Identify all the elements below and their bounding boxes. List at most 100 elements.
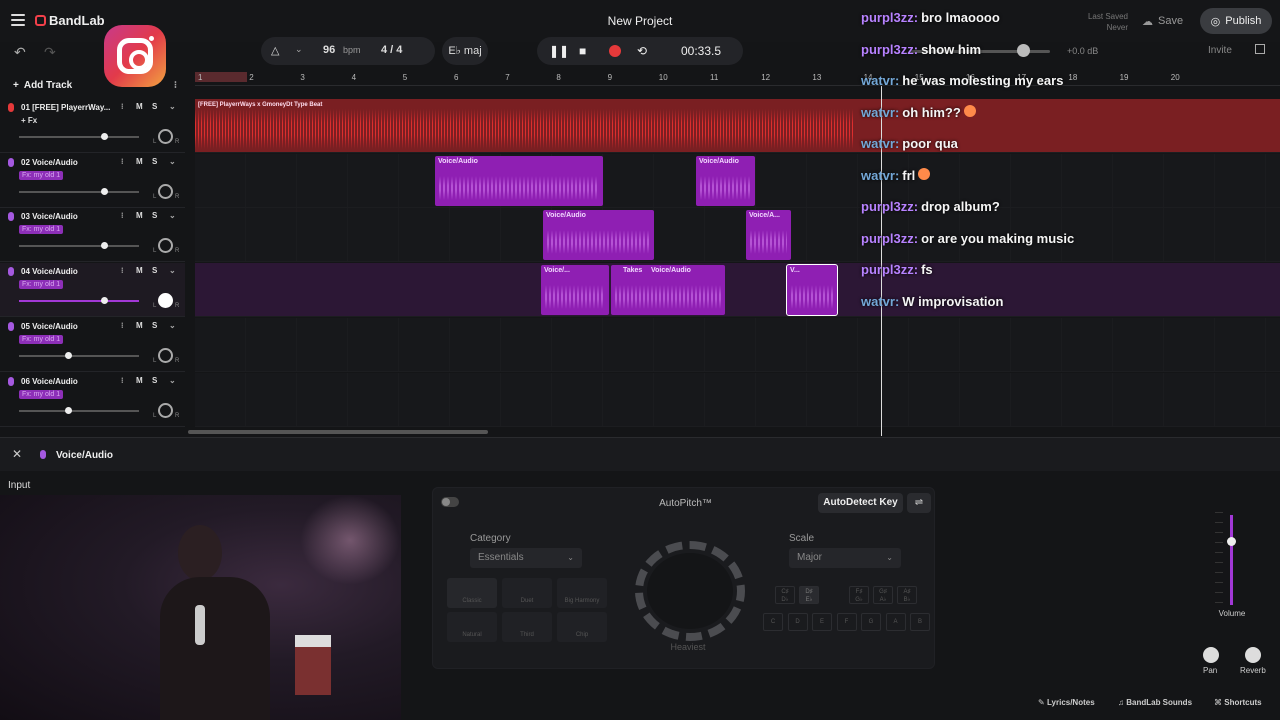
track-volume-handle[interactable] [101, 133, 108, 140]
natural-key-button[interactable]: A [885, 613, 906, 631]
autopitch-preset-button[interactable]: Big Harmony [557, 578, 607, 608]
track-options-icon[interactable]: ⁝ [121, 157, 124, 166]
solo-button[interactable]: S [152, 376, 157, 385]
track-name[interactable]: 06 Voice/Audio [21, 377, 78, 386]
track-volume-slider[interactable] [19, 297, 139, 305]
track-volume-slider[interactable] [19, 187, 139, 195]
track-name[interactable]: 01 [FREE] PlayerrWay... [21, 103, 110, 112]
pause-icon[interactable]: ❚❚ [549, 44, 569, 58]
autopitch-preset-button[interactable]: Chip [557, 612, 607, 642]
pan-knob[interactable] [1203, 647, 1219, 663]
track-options-icon[interactable]: ⁝ [121, 211, 124, 220]
track-options-icon[interactable]: ⁝ [121, 321, 124, 330]
track-header[interactable]: 03 Voice/Audio Fx: my old 1 ⁝ M S ⌄ L R [0, 208, 185, 263]
chevron-down-icon[interactable]: ⌄ [169, 102, 176, 111]
close-icon[interactable]: ✕ [12, 447, 22, 461]
track-volume-slider[interactable] [19, 406, 139, 414]
track-volume-slider[interactable] [1227, 515, 1236, 605]
audio-clip[interactable]: Voice/Audio Takes [611, 265, 725, 316]
stop-icon[interactable]: ■ [579, 44, 586, 58]
time-signature[interactable]: 4 / 4 [381, 44, 402, 56]
track-options-icon[interactable]: ⁝ [121, 102, 124, 111]
chevron-down-icon[interactable]: ⌄ [169, 321, 176, 330]
project-title[interactable]: New Project [540, 14, 740, 28]
takes-label[interactable]: Takes [623, 267, 642, 274]
reverb-knob[interactable] [1245, 647, 1261, 663]
audio-clip[interactable]: Voice/... [541, 265, 609, 316]
natural-key-button[interactable]: F [836, 613, 857, 631]
track-lane[interactable] [195, 317, 1280, 372]
track-lane[interactable] [195, 372, 1280, 427]
solo-button[interactable]: S [152, 102, 157, 111]
mute-button[interactable]: M [136, 266, 143, 275]
track-fx-badge[interactable]: + Fx [21, 116, 37, 125]
audio-clip[interactable]: Voice/Audio [435, 155, 603, 206]
natural-key-button[interactable]: E [812, 613, 832, 631]
mute-button[interactable]: M [136, 211, 143, 220]
pan-knob[interactable] [158, 347, 173, 363]
hamburger-menu-icon[interactable] [11, 14, 25, 26]
track-name[interactable]: 05 Voice/Audio [21, 322, 78, 331]
pan-knob[interactable] [158, 293, 173, 309]
audio-clip[interactable]: Voice/Audio [696, 155, 755, 206]
pan-knob[interactable] [158, 183, 173, 199]
audio-clip[interactable]: V... [786, 264, 838, 317]
scale-select[interactable]: Major ⌄ [789, 548, 901, 568]
track-name[interactable]: 03 Voice/Audio [21, 212, 78, 221]
track-options-icon[interactable]: ⁝ [121, 376, 124, 385]
track-volume-handle[interactable] [65, 406, 72, 414]
autopitch-preset-button[interactable]: Natural [447, 612, 497, 642]
lyrics-notes-button[interactable]: ✎ Lyrics/Notes [1038, 698, 1095, 707]
chevron-down-icon[interactable]: ⌄ [169, 376, 176, 385]
chevron-down-icon[interactable]: ⌄ [169, 211, 176, 220]
track-fx-badge[interactable]: Fx: my old 1 [19, 170, 64, 180]
redo-icon[interactable]: ↷ [44, 44, 56, 61]
bandlab-sounds-button[interactable]: ♫ BandLab Sounds [1118, 698, 1192, 707]
solo-button[interactable]: S [152, 157, 157, 166]
add-track-button[interactable]: + Add Track ⁝ [5, 75, 183, 95]
key-selector[interactable]: E♭ maj [442, 37, 488, 65]
sliders-icon[interactable]: ⇌ [907, 493, 931, 513]
track-options-icon[interactable]: ⁝ [174, 80, 177, 91]
autopitch-preset-button[interactable]: Duet [502, 578, 552, 608]
track-volume-handle[interactable] [101, 297, 108, 305]
audio-clip[interactable]: Voice/Audio [543, 210, 654, 261]
track-fx-badge[interactable]: Fx: my old 1 [19, 389, 64, 399]
natural-key-button[interactable]: D [787, 613, 808, 631]
record-icon[interactable] [609, 45, 621, 57]
audio-clip[interactable]: Voice/A... [746, 210, 791, 261]
brand-logo[interactable]: BandLab [35, 13, 105, 28]
track-volume-handle[interactable] [65, 351, 72, 359]
track-fx-badge[interactable]: Fx: my old 1 [19, 225, 64, 235]
autodetect-key-button[interactable]: AutoDetect Key [818, 493, 903, 513]
track-name[interactable]: 02 Voice/Audio [21, 158, 78, 167]
pan-knob[interactable] [158, 238, 173, 254]
track-volume-handle[interactable] [101, 242, 108, 250]
track-volume-slider[interactable] [19, 351, 139, 359]
undo-icon[interactable]: ↶ [14, 44, 26, 61]
natural-key-button[interactable]: C [763, 613, 783, 631]
chevron-down-icon[interactable]: ⌄ [169, 266, 176, 275]
autopitch-preset-button[interactable]: Classic [447, 578, 497, 608]
track-fx-badge[interactable]: Fx: my old 1 [19, 280, 64, 290]
mute-button[interactable]: M [136, 321, 143, 330]
track-header[interactable]: 02 Voice/Audio Fx: my old 1 ⁝ M S ⌄ L R [0, 154, 185, 208]
autopitch-toggle[interactable] [441, 497, 459, 507]
loop-icon[interactable]: ⟲ [637, 44, 647, 58]
track-name[interactable]: 04 Voice/Audio [21, 267, 78, 276]
chevron-down-icon[interactable]: ⌄ [169, 157, 176, 166]
pan-knob[interactable] [158, 402, 173, 418]
solo-button[interactable]: S [152, 211, 157, 220]
track-header[interactable]: 05 Voice/Audio Fx: my old 1 ⁝ M S ⌄ L R [0, 318, 185, 372]
metronome-dropdown-icon[interactable]: ⌄ [295, 44, 303, 55]
sharp-key-button[interactable]: G♯ A♭ [873, 586, 893, 604]
metronome-icon[interactable]: △ [271, 44, 279, 57]
solo-button[interactable]: S [152, 321, 157, 330]
natural-key-button[interactable]: B [910, 613, 930, 631]
track-volume-slider[interactable] [19, 133, 139, 140]
track-header[interactable]: 01 [FREE] PlayerrWay... + Fx ⁝ M S ⌄ L R [0, 99, 185, 153]
sharp-key-button[interactable]: A♯ B♭ [897, 586, 917, 604]
mute-button[interactable]: M [136, 157, 143, 166]
sharp-key-button[interactable]: D♯ E♭ [799, 586, 819, 604]
track-volume-handle[interactable] [101, 187, 108, 195]
